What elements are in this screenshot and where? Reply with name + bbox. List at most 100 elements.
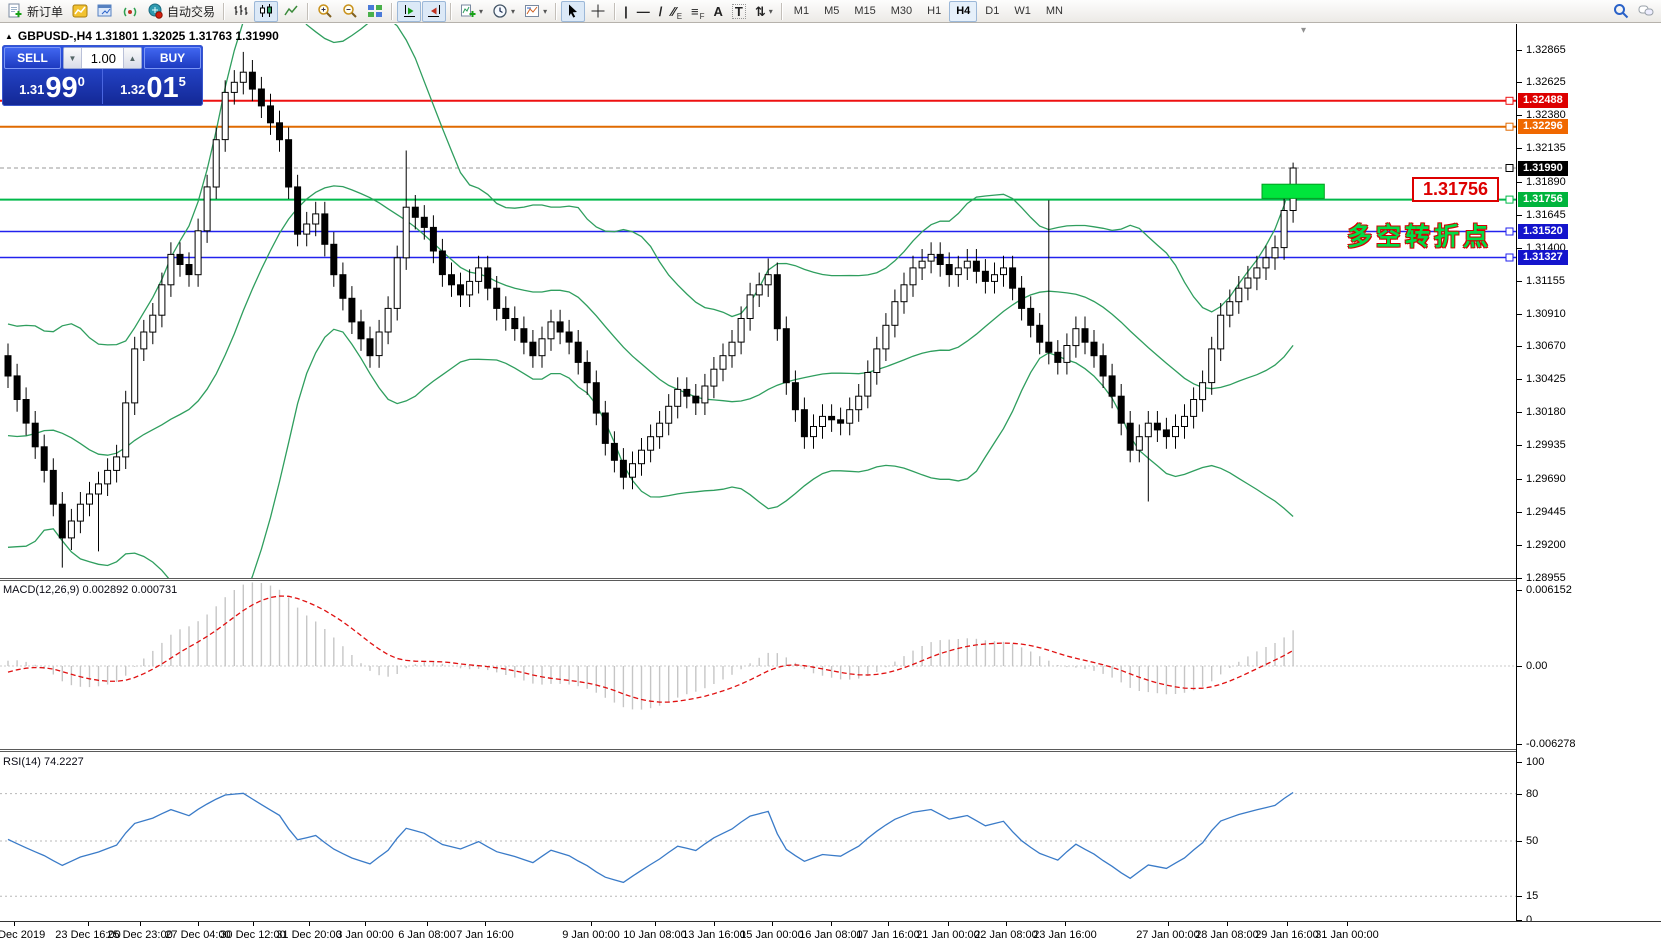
- new-order-button[interactable]: 新订单: [3, 1, 67, 22]
- fibonacci-icon: ≡: [691, 5, 699, 18]
- zoom-out-button[interactable]: [338, 1, 362, 22]
- timeframe-m30-label: M30: [891, 5, 912, 17]
- vertical-line-icon: |: [624, 5, 628, 18]
- sell-button[interactable]: SELL: [4, 47, 61, 69]
- bar-chart-button[interactable]: [229, 1, 253, 22]
- rsi-chart-canvas[interactable]: [0, 752, 1517, 921]
- timeframe-h1-label: H1: [927, 5, 941, 17]
- chart-shift-marker-icon[interactable]: ▾: [1301, 25, 1306, 36]
- profile-window-button[interactable]: [93, 1, 117, 22]
- crosshair-button[interactable]: [586, 1, 610, 22]
- axis-tick: [1517, 896, 1522, 897]
- volume-increase-icon[interactable]: ▲: [123, 48, 141, 68]
- price-tick-label: 1.29445: [1526, 506, 1566, 518]
- axis-tick: [1517, 666, 1522, 667]
- price-callout-box[interactable]: 1.31756: [1412, 177, 1499, 202]
- timeframe-mn-button[interactable]: MN: [1039, 1, 1070, 22]
- time-axis[interactable]: 20 Dec 201923 Dec 16:0025 Dec 23:0027 De…: [0, 921, 1661, 947]
- volume-decrease-icon[interactable]: ▼: [64, 48, 82, 68]
- bid-prefix: 1.31: [19, 82, 44, 97]
- signals-button[interactable]: [118, 1, 142, 22]
- price-tick-label: 1.32135: [1526, 142, 1566, 154]
- chart-shift-button[interactable]: [422, 1, 446, 22]
- timeframe-w1-button[interactable]: W1: [1007, 1, 1038, 22]
- line-anchor-square[interactable]: [1506, 228, 1513, 235]
- rsi-indicator-pane[interactable]: [0, 752, 1517, 921]
- ind-plus-icon: [460, 3, 476, 19]
- axis-tick: [1517, 148, 1522, 149]
- line-anchor-square[interactable]: [1506, 165, 1513, 172]
- line-anchor-square[interactable]: [1506, 196, 1513, 203]
- chartshift-icon: [426, 3, 442, 19]
- chat-button[interactable]: [1634, 1, 1658, 22]
- price-level-badge: 1.31520: [1518, 224, 1568, 239]
- chevron-down-icon: ▾: [769, 7, 773, 16]
- text-button[interactable]: A: [710, 1, 727, 22]
- time-tick: [253, 922, 254, 926]
- vertical-line-button[interactable]: |: [620, 1, 632, 22]
- volume-value[interactable]: 1.00: [82, 48, 123, 68]
- timeframe-m5-button[interactable]: M5: [817, 1, 846, 22]
- auto-scroll-button[interactable]: [397, 1, 421, 22]
- price-level-badge: 1.32296: [1518, 119, 1568, 134]
- periods-button[interactable]: ▾: [488, 1, 519, 22]
- turning-point-annotation[interactable]: 多空转折点: [1347, 217, 1492, 253]
- line-anchor-square[interactable]: [1506, 123, 1513, 130]
- volume-stepper[interactable]: ▼ 1.00 ▲: [63, 47, 142, 69]
- time-tick-label: 27 Jan 00:00: [1136, 929, 1200, 941]
- indicators-button[interactable]: ▾: [456, 1, 487, 22]
- macd-indicator-pane[interactable]: [0, 581, 1517, 749]
- axis-tick: [1517, 314, 1522, 315]
- candle-chart-button[interactable]: [254, 1, 278, 22]
- time-tick: [485, 922, 486, 926]
- timeframe-m1-button[interactable]: M1: [787, 1, 816, 22]
- equidistant-channel-icon: ∕∕: [671, 5, 675, 18]
- arrows-icon: ⇅: [755, 5, 766, 18]
- trendline-button[interactable]: /: [655, 1, 667, 22]
- line-anchor-square[interactable]: [1506, 97, 1513, 104]
- timeframe-m15-button[interactable]: M15: [847, 1, 882, 22]
- price-tick-label: 1.29690: [1526, 473, 1566, 485]
- autotrading-button[interactable]: 自动交易: [143, 1, 219, 22]
- search-button[interactable]: [1609, 1, 1633, 22]
- timeframe-d1-label: D1: [985, 5, 999, 17]
- rsi-tick-label: 0: [1526, 914, 1532, 921]
- cursor-button[interactable]: [561, 1, 585, 22]
- time-tick: [1006, 922, 1007, 926]
- rectangle-object[interactable]: [1262, 184, 1324, 198]
- time-tick-label: 20 Dec 2019: [0, 929, 45, 941]
- main-chart-pane[interactable]: [0, 24, 1517, 578]
- axis-tick: [1517, 412, 1522, 413]
- price-chart-canvas[interactable]: [0, 24, 1517, 578]
- time-tick: [772, 922, 773, 926]
- price-tick-label: 1.30670: [1526, 340, 1566, 352]
- arrows-button[interactable]: ⇅▾: [751, 1, 777, 22]
- ask-prefix: 1.32: [120, 82, 145, 97]
- text-icon: A: [714, 5, 723, 18]
- zoom-in-button[interactable]: [313, 1, 337, 22]
- price-axis[interactable]: 1.328651.326251.323801.321351.318901.316…: [1517, 24, 1660, 921]
- horizontal-line-button[interactable]: —: [633, 1, 654, 22]
- time-tick: [888, 922, 889, 926]
- line-anchor-square[interactable]: [1506, 254, 1513, 261]
- autotrading-label: 自动交易: [167, 3, 215, 20]
- timeframe-m30-button[interactable]: M30: [884, 1, 919, 22]
- buy-button[interactable]: BUY: [144, 47, 201, 69]
- templates-button[interactable]: ▾: [520, 1, 551, 22]
- axis-tick: [1517, 578, 1522, 579]
- tile-windows-button[interactable]: [363, 1, 387, 22]
- time-tick-label: 22 Jan 08:00: [974, 929, 1038, 941]
- ask-price[interactable]: 1.32 01 5: [103, 69, 203, 104]
- timeframe-d1-button[interactable]: D1: [978, 1, 1006, 22]
- timeframe-h4-button[interactable]: H4: [949, 1, 977, 22]
- rsi-tick-label: 80: [1526, 788, 1538, 800]
- fibonacci-button[interactable]: ≡F: [687, 1, 708, 22]
- chart-window-button[interactable]: [68, 1, 92, 22]
- line-chart-button[interactable]: [279, 1, 303, 22]
- equidistant-channel-button[interactable]: ∕∕E: [667, 1, 686, 22]
- timeframe-h1-button[interactable]: H1: [920, 1, 948, 22]
- bid-price[interactable]: 1.31 99 0: [2, 69, 103, 104]
- macd-chart-canvas[interactable]: [0, 581, 1517, 749]
- trendline-icon: /: [659, 5, 663, 18]
- text-label-button[interactable]: T: [728, 1, 750, 22]
